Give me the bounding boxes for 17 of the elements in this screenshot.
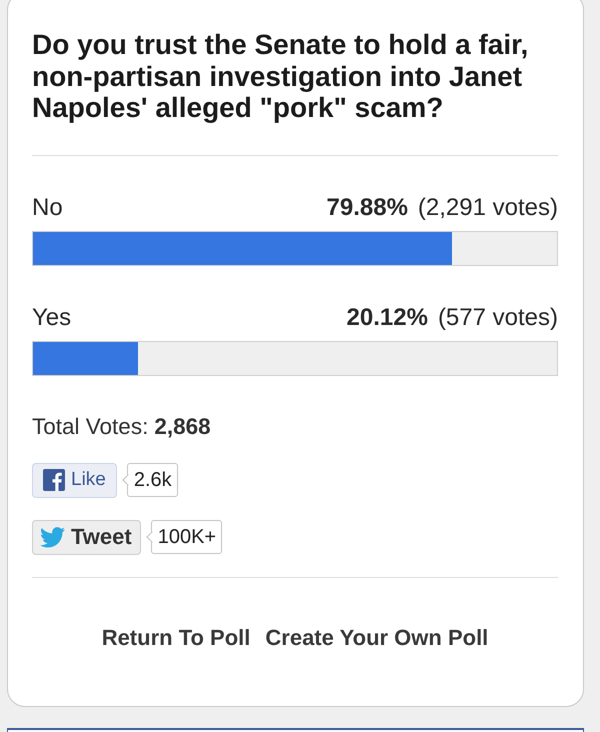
poll-link[interactable]: Return To Poll — [102, 624, 250, 650]
vote-percent: 79.88% — [326, 194, 408, 220]
bird-icon — [40, 526, 65, 548]
like-button[interactable]: Like — [32, 462, 117, 498]
poll-link[interactable]: Create Your Own Poll — [265, 624, 488, 650]
total-votes-value: 2,868 — [154, 414, 211, 440]
share-count: 2.6k — [122, 463, 178, 497]
total-votes-label: Total Votes: — [32, 414, 148, 440]
vote-percent: 20.12% — [346, 304, 428, 330]
share-count: 100K+ — [146, 520, 222, 554]
facebook-icon — [43, 469, 65, 491]
option-label: Yes — [32, 304, 72, 330]
vote-count: (2,291 votes) — [418, 194, 558, 220]
option-label: No — [32, 194, 63, 220]
vote-count: (577 votes) — [438, 304, 558, 330]
tweet-button[interactable]: Tweet — [32, 520, 141, 554]
poll-question: Do you trust the Senate to hold a fair, non-partisan investigation into Janet Napoles' alleged "pork" scam? — [32, 29, 530, 124]
